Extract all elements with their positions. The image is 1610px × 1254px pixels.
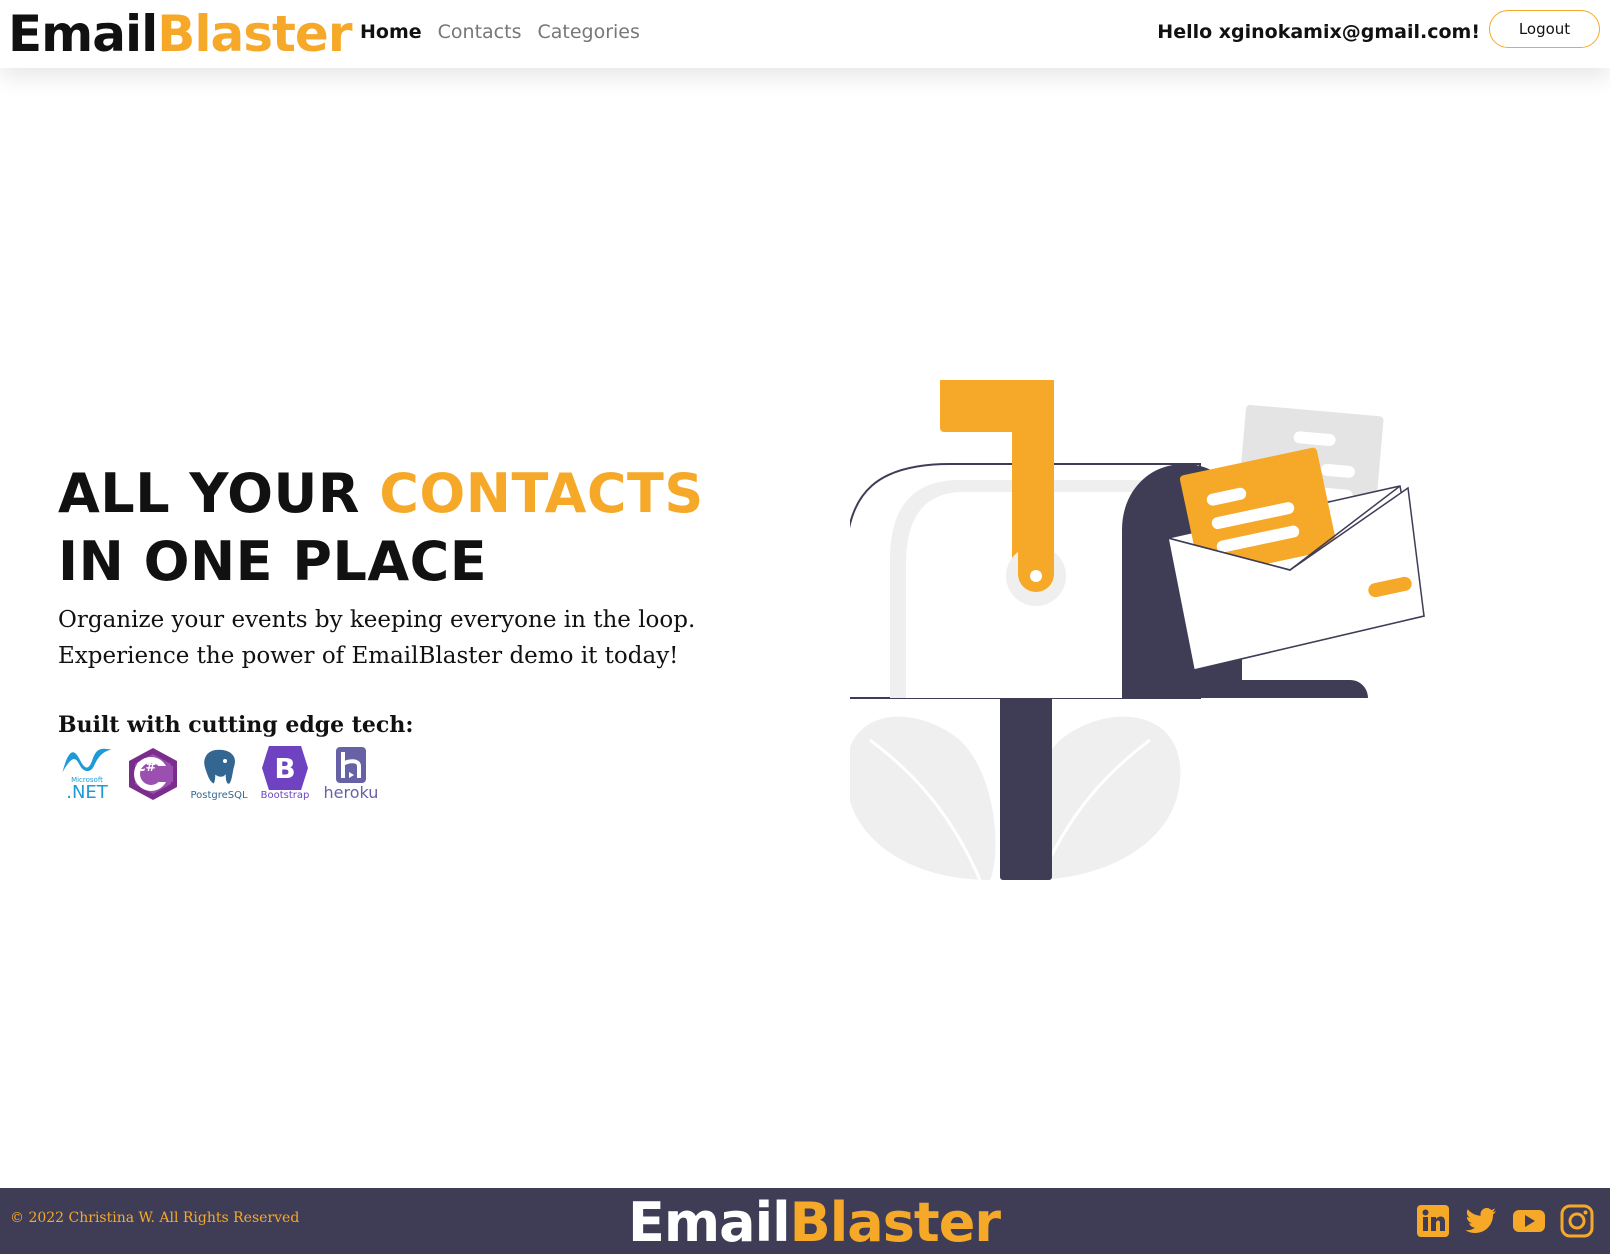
logout-button[interactable]: Logout xyxy=(1489,10,1600,48)
instagram-icon[interactable] xyxy=(1560,1204,1594,1238)
csharp-icon: C# xyxy=(124,744,182,802)
bootstrap-letter: B xyxy=(262,746,308,790)
brand-logo[interactable]: Email Blaster xyxy=(8,4,353,64)
youtube-icon[interactable] xyxy=(1512,1204,1546,1238)
user-greeting: Hello xginokamix@gmail.com! xyxy=(1157,21,1480,43)
tech-label: Built with cutting edge tech: xyxy=(58,712,414,738)
postgresql-icon: PostgreSQL xyxy=(190,744,248,802)
footer: © 2022 Christina W. All Rights Reserved … xyxy=(0,1188,1610,1254)
bootstrap-caption: Bootstrap xyxy=(260,790,310,801)
navbar: Email Blaster Home Contacts Categories He… xyxy=(0,0,1610,68)
mailbox-illustration xyxy=(850,380,1425,880)
footer-brand-logo: Email Blaster xyxy=(628,1190,1001,1254)
dotnet-icon: Microsoft .NET xyxy=(58,744,116,802)
mailbox-post xyxy=(1000,690,1052,880)
heroku-caption: heroku xyxy=(323,783,379,802)
nav-link-contacts[interactable]: Contacts xyxy=(430,18,530,46)
hero-desc-line1: Organize your events by keeping everyone… xyxy=(58,607,696,633)
hero-title-part1: ALL YOUR xyxy=(58,462,380,525)
hero-title-line2: IN ONE PLACE xyxy=(58,530,488,593)
linkedin-icon[interactable] xyxy=(1416,1204,1450,1238)
hero-title: ALL YOUR CONTACTS IN ONE PLACE xyxy=(58,460,704,596)
nav-links: Home Contacts Categories xyxy=(352,18,648,46)
footer-brand-email: Email xyxy=(628,1190,791,1254)
nav-link-categories[interactable]: Categories xyxy=(529,18,647,46)
brand-text-blaster: Blaster xyxy=(157,5,352,63)
social-links xyxy=(1416,1204,1594,1238)
tech-logos: Microsoft .NET C# PostgreSQL B Bootstrap… xyxy=(58,744,380,802)
heroku-icon: heroku xyxy=(322,744,380,802)
dotnet-caption: .NET xyxy=(66,782,108,803)
postgresql-caption: PostgreSQL xyxy=(190,790,248,801)
hero-title-accent: CONTACTS xyxy=(379,462,704,525)
nav-link-home[interactable]: Home xyxy=(352,18,430,46)
copyright-text: © 2022 Christina W. All Rights Reserved xyxy=(10,1210,300,1226)
brand-text-email: Email xyxy=(8,5,158,63)
hero-desc-line2: Experience the power of EmailBlaster dem… xyxy=(58,643,679,669)
footer-brand-blaster: Blaster xyxy=(789,1190,1001,1254)
bootstrap-icon: B Bootstrap xyxy=(256,744,314,802)
twitter-icon[interactable] xyxy=(1464,1204,1498,1238)
csharp-caption: C# xyxy=(136,760,157,775)
hero-description: Organize your events by keeping everyone… xyxy=(58,602,698,674)
